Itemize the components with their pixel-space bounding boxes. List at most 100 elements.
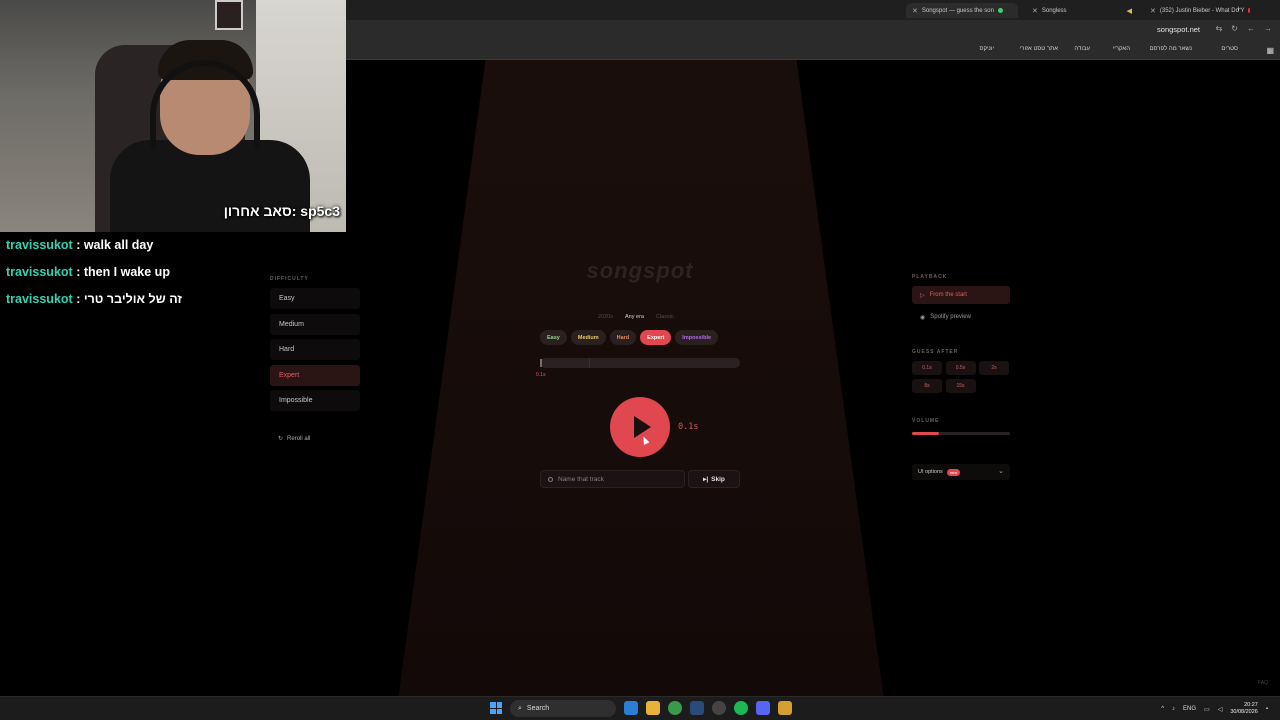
volume-slider[interactable] bbox=[912, 432, 1010, 435]
difficulty-option-easy[interactable]: Easy bbox=[270, 288, 360, 309]
guess-after-option[interactable]: 8s bbox=[912, 378, 942, 393]
play-icon bbox=[634, 416, 651, 438]
era-selector: 2020s Any era Classic bbox=[598, 314, 674, 320]
discord-icon[interactable] bbox=[756, 701, 770, 715]
difficulty-option-medium[interactable]: Medium bbox=[270, 313, 360, 335]
clock-date: 30/08/2026 bbox=[1230, 709, 1258, 715]
track-search-input[interactable] bbox=[558, 475, 668, 483]
chat-message: travissukot : then I wake up bbox=[6, 264, 182, 291]
difficulty-option-impossible[interactable]: Impossible bbox=[270, 390, 360, 411]
browser-tab-bar: + ✕ Songspot — guess the son ✕ Songless … bbox=[346, 0, 1280, 20]
ui-options-label: UI options bbox=[918, 469, 943, 475]
difficulty-section-title: DIFFICULTY bbox=[270, 276, 309, 282]
bookmark-item[interactable]: יוניקס bbox=[980, 46, 994, 52]
reroll-all-button[interactable]: ↻ Reroll all bbox=[278, 435, 311, 443]
vscode-icon[interactable] bbox=[624, 701, 638, 715]
close-icon[interactable]: ✕ bbox=[1150, 7, 1156, 15]
playback-from-start[interactable]: ▷ From the start bbox=[912, 286, 1010, 304]
difficulty-pills: Easy Medium Hard Expert Impossible bbox=[540, 330, 719, 345]
taskbar-search[interactable]: ⌕ Search bbox=[510, 700, 616, 717]
forward-icon[interactable]: → bbox=[1264, 24, 1272, 33]
chat-text: : then I wake up bbox=[76, 265, 170, 279]
volume-icon[interactable]: ◁ bbox=[1218, 706, 1223, 713]
snippet-progress-bar bbox=[540, 358, 740, 368]
chat-username: travissukot bbox=[6, 265, 73, 279]
era-option[interactable]: 2020s bbox=[598, 314, 613, 320]
webcam-overlay: סאב אחרון: sp5c3 bbox=[0, 0, 346, 232]
playback-option-label: Spotify preview bbox=[930, 314, 971, 320]
clock-time: 20:27 bbox=[1244, 702, 1258, 708]
language-indicator[interactable]: ENG bbox=[1183, 706, 1196, 712]
pill-expert[interactable]: Expert bbox=[640, 330, 672, 345]
bookmark-item[interactable]: עבודה bbox=[1074, 46, 1090, 52]
guess-after-option[interactable]: 15s bbox=[945, 378, 976, 393]
pill-impossible[interactable]: Impossible bbox=[675, 330, 719, 345]
volume-fill bbox=[912, 432, 940, 435]
bookmarks-bar: סטרים נשאר מה לפרסם האקריי עבודה אתר טסט… bbox=[346, 42, 1280, 60]
difficulty-list: Easy Medium Hard Expert Impossible bbox=[270, 288, 360, 416]
pill-easy[interactable]: Easy bbox=[540, 330, 567, 345]
playback-spotify-preview[interactable]: ◉ Spotify preview bbox=[912, 308, 1010, 326]
playback-section-title: PLAYBACK bbox=[912, 274, 948, 280]
nav-controls: ⇆ ↻ ← → bbox=[1216, 24, 1272, 33]
play-duration: 0.1s bbox=[678, 422, 699, 432]
faq-link[interactable]: FAQ bbox=[1258, 680, 1268, 686]
apps-grid-icon[interactable]: ▦ bbox=[1266, 46, 1274, 55]
microphone-icon[interactable]: ♪ bbox=[1172, 706, 1175, 712]
ui-options-dropdown[interactable]: UI options new ⌄ bbox=[912, 464, 1010, 480]
tab-songspot[interactable]: ✕ Songspot — guess the son bbox=[906, 3, 1018, 18]
play-button[interactable] bbox=[610, 397, 670, 457]
bookmark-item[interactable]: אתר טסט אזורי bbox=[1020, 46, 1058, 52]
guess-after-option[interactable]: 0.1s bbox=[912, 361, 942, 375]
guess-after-option[interactable]: 2s bbox=[979, 361, 1009, 375]
network-icon[interactable]: ▭ bbox=[1204, 706, 1210, 713]
windows-start-icon[interactable] bbox=[490, 702, 502, 714]
search-icon bbox=[548, 476, 553, 482]
close-icon[interactable]: ✕ bbox=[1032, 7, 1038, 15]
file-explorer-icon[interactable] bbox=[646, 701, 660, 715]
track-search-field[interactable] bbox=[540, 470, 685, 488]
taskbar-search-label: Search bbox=[526, 705, 550, 712]
app-icon[interactable] bbox=[778, 701, 792, 715]
chevron-up-icon[interactable]: ^ bbox=[1161, 706, 1164, 712]
obs-icon[interactable] bbox=[712, 701, 726, 715]
tab-youtube[interactable]: ✕ (352) Justin Bieber - What Do Y bbox=[1144, 3, 1256, 18]
guess-after-section-title: GUESS AFTER bbox=[912, 349, 959, 355]
spotify-icon: ◉ bbox=[920, 314, 926, 321]
notification-icon[interactable]: ▪ bbox=[1266, 706, 1268, 712]
audio-indicator-icon bbox=[997, 8, 1003, 13]
bookmark-item[interactable]: נשאר מה לפרסם bbox=[1149, 46, 1192, 52]
pill-hard[interactable]: Hard bbox=[609, 330, 637, 345]
difficulty-option-hard[interactable]: Hard bbox=[270, 339, 360, 360]
chrome-icon[interactable] bbox=[668, 701, 682, 715]
reroll-label: Reroll all bbox=[287, 435, 311, 442]
youtube-icon bbox=[1248, 8, 1250, 13]
new-badge: new bbox=[946, 468, 961, 476]
chat-username: travissukot bbox=[6, 292, 73, 306]
chat-username: travissukot bbox=[6, 238, 73, 252]
address-bar[interactable]: songspot.net ⇆ ↻ ← → bbox=[346, 20, 1280, 42]
skip-label: Skip bbox=[711, 475, 725, 483]
bookmark-item[interactable]: סטרים bbox=[1221, 46, 1238, 52]
era-option-selected[interactable]: Any era bbox=[625, 314, 644, 320]
chevron-down-icon: ⌄ bbox=[998, 468, 1004, 475]
skip-icon: ▸| bbox=[703, 476, 709, 483]
close-icon[interactable]: ✕ bbox=[912, 7, 918, 15]
site-settings-icon[interactable]: ⇆ bbox=[1216, 24, 1223, 33]
steam-icon[interactable] bbox=[690, 701, 704, 715]
back-icon[interactable]: ← bbox=[1247, 24, 1255, 33]
tab-songless[interactable]: ✕ Songless ◀ bbox=[1026, 3, 1138, 18]
guess-after-option[interactable]: 0.5s bbox=[945, 361, 976, 375]
era-option[interactable]: Classic bbox=[656, 314, 674, 320]
play-small-icon: ▷ bbox=[920, 292, 925, 299]
spotify-icon[interactable] bbox=[734, 701, 748, 715]
reload-icon[interactable]: ↻ bbox=[1231, 24, 1238, 33]
url-text[interactable]: songspot.net bbox=[1157, 25, 1200, 34]
pill-medium[interactable]: Medium bbox=[570, 330, 606, 345]
bookmark-item[interactable]: האקריי bbox=[1113, 46, 1130, 52]
difficulty-option-expert[interactable]: Expert bbox=[270, 364, 360, 386]
progress-marker bbox=[540, 359, 542, 367]
progress-label: 0.1s bbox=[536, 372, 546, 378]
skip-button[interactable]: ▸| Skip bbox=[688, 470, 740, 488]
clock[interactable]: 20:27 30/08/2026 bbox=[1230, 702, 1258, 716]
